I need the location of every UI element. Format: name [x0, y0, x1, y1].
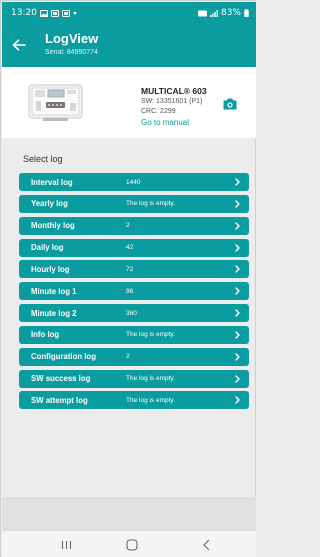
device-sw: SW: 13351601 (P1) [141, 98, 203, 105]
log-item-value: The log is empty. [126, 375, 176, 383]
log-item-value: 42 [126, 244, 134, 252]
log-item-value: The log is empty. [126, 331, 176, 339]
phone-frame: 13:20 83% LogView Serial: 84990774 MULTI… [0, 0, 256, 557]
chevron-right-icon [235, 243, 240, 252]
log-item-label: SW success log [31, 374, 91, 384]
chevron-right-icon [235, 221, 240, 230]
chevron-right-icon [235, 287, 240, 295]
device-name: MULTICAL® 603 [141, 86, 207, 96]
bottom-panel [2, 497, 256, 531]
log-item-label: Minute log 2 [31, 308, 77, 318]
log-item-interval[interactable]: Interval log 1440 [19, 173, 249, 191]
chevron-right-icon [235, 374, 240, 383]
go-to-manual-link[interactable]: Go to manual [141, 118, 189, 127]
home-icon[interactable] [126, 539, 138, 551]
log-item-label: Daily log [31, 243, 64, 253]
log-item-label: Yearly log [31, 199, 68, 209]
device-crc: CRC: 2299 [141, 108, 176, 115]
log-item-daily[interactable]: Daily log 42 [19, 238, 249, 257]
log-item-value: 1440 [126, 178, 141, 186]
log-item-minute-1[interactable]: Minute log 1 96 [19, 282, 249, 301]
log-item-label: Interval log [31, 177, 73, 187]
back-icon[interactable] [203, 539, 210, 551]
log-item-label: Monthly log [31, 221, 75, 231]
log-item-label: Info log [31, 330, 60, 340]
device-card: MULTICAL® 603 SW: 13351601 (P1) CRC: 229… [2, 67, 256, 138]
log-item-monthly[interactable]: Monthly log 2 [19, 216, 249, 235]
sim-icon [50, 9, 59, 17]
log-item-minute-2[interactable]: Minute log 2 360 [19, 304, 249, 323]
page-title: LogView [45, 31, 99, 46]
log-item-value: 72 [126, 265, 134, 273]
chevron-right-icon [235, 331, 240, 339]
system-nav-bar [2, 531, 256, 557]
log-item-label: Hourly log [31, 264, 70, 274]
status-time: 13:20 [11, 8, 37, 18]
chevron-right-icon [235, 178, 240, 186]
arrow-left-icon[interactable] [12, 39, 26, 51]
app-bar: LogView Serial: 84990774 [2, 24, 256, 67]
battery-percent: 83% [220, 8, 241, 18]
signal-icon [209, 9, 218, 17]
log-item-info[interactable]: Info log The log is empty. [19, 325, 249, 344]
chevron-right-icon [235, 353, 240, 361]
log-list: Interval log 1440 Yearly log The log is … [19, 173, 249, 413]
wifi-icon [197, 10, 207, 16]
chevron-right-icon [235, 265, 240, 274]
battery-icon [244, 9, 249, 17]
serial-number: Serial: 84990774 [45, 49, 98, 56]
select-log-heading: Select log [23, 154, 63, 164]
sim-icon [61, 9, 70, 17]
chevron-right-icon [235, 200, 240, 208]
log-item-label: Configuration log [31, 352, 96, 362]
log-item-value: 2 [126, 353, 130, 361]
gallery-icon [39, 9, 48, 17]
log-item-sw-success[interactable]: SW success log The log is empty. [19, 369, 249, 388]
log-item-label: Minute log 1 [31, 286, 77, 296]
log-item-value: The log is empty. [126, 200, 176, 208]
chevron-right-icon [235, 309, 240, 317]
log-item-value: The log is empty. [126, 396, 176, 404]
status-bar: 13:20 83% [2, 2, 256, 24]
meter-image [28, 84, 83, 121]
log-item-value: 96 [126, 287, 134, 295]
recents-icon[interactable] [61, 540, 72, 550]
log-item-value: 2 [126, 222, 130, 230]
log-item-value: 360 [126, 309, 137, 317]
log-item-configuration[interactable]: Configuration log 2 [19, 347, 249, 366]
camera-icon[interactable] [222, 97, 238, 111]
log-item-label: SW attempt log [31, 395, 88, 405]
log-item-yearly[interactable]: Yearly log The log is empty. [19, 194, 249, 213]
log-item-hourly[interactable]: Hourly log 72 [19, 260, 249, 279]
log-item-sw-attempt[interactable]: SW attempt log The log is empty. [19, 391, 249, 410]
chevron-right-icon [235, 396, 240, 405]
dot-icon [73, 11, 77, 15]
